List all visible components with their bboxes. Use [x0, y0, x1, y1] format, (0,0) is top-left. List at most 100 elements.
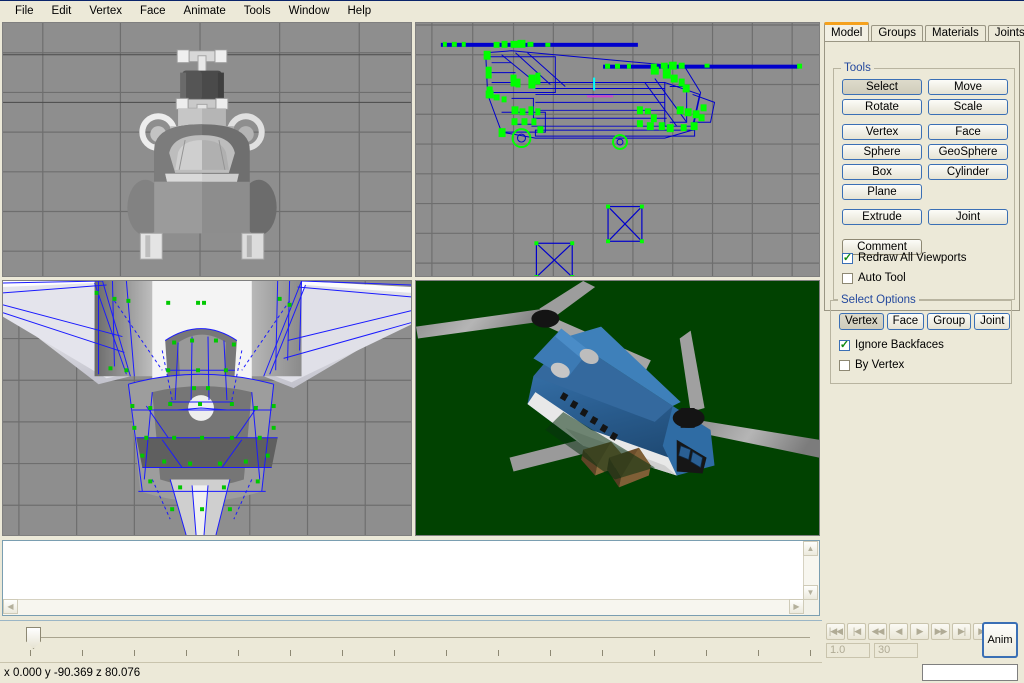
auto-tool-checkbox-row[interactable]: Auto Tool: [842, 272, 906, 284]
menu-item-file[interactable]: File: [6, 2, 43, 20]
tool-select-button[interactable]: Select: [842, 79, 922, 95]
select-option-group-button[interactable]: Group: [927, 313, 972, 330]
step-back-icon[interactable]: ◀: [889, 623, 908, 640]
tool-plane-button[interactable]: Plane: [842, 184, 922, 200]
menu-item-animate[interactable]: Animate: [175, 2, 235, 20]
tab-materials[interactable]: Materials: [925, 25, 986, 42]
tool-joint-button[interactable]: Joint: [928, 209, 1008, 225]
message-log-text[interactable]: [3, 541, 804, 600]
tool-box-button[interactable]: Box: [842, 164, 922, 180]
timeline-ticks: [30, 650, 811, 658]
select-option-vertex-button[interactable]: Vertex: [839, 313, 884, 330]
select-option-button-row: Vertex Face Group Joint: [839, 313, 1011, 330]
message-log-vertical-scrollbar[interactable]: ▲ ▼: [803, 541, 819, 600]
viewport-top-wireframe-shaded[interactable]: [2, 280, 412, 536]
scroll-right-icon[interactable]: ▶: [789, 599, 804, 614]
step-forward-icon[interactable]: ▶: [910, 623, 929, 640]
timeline-tick: [654, 650, 655, 656]
animation-controls: |◀◀ |◀ ◀◀ ◀ ▶ ▶▶ ▶| ▶|| 1.0 30 Anim: [822, 620, 1024, 662]
timeline-tick: [30, 650, 31, 656]
model-editor-window: File Edit Vertex Face Animate Tools Wind…: [0, 0, 1024, 683]
auto-tool-checkbox[interactable]: [842, 272, 853, 284]
timeline-thumb[interactable]: [26, 627, 41, 649]
scroll-left-icon[interactable]: ◀: [3, 599, 18, 614]
tab-joints[interactable]: Joints: [987, 25, 1024, 42]
tool-scale-button[interactable]: Scale: [928, 99, 1008, 115]
checkmark-icon: ✓: [839, 338, 850, 351]
select-option-joint-button[interactable]: Joint: [974, 313, 1011, 330]
menu-item-face[interactable]: Face: [131, 2, 175, 20]
timeline-tick: [238, 650, 239, 656]
tool-extrude-button[interactable]: Extrude: [842, 209, 922, 225]
message-log-panel[interactable]: ▲ ▼ ◀ ▶: [2, 540, 820, 616]
tool-move-button[interactable]: Move: [928, 79, 1008, 95]
skip-forward-icon[interactable]: ▶▶: [931, 623, 950, 640]
ignore-backfaces-label: Ignore Backfaces: [855, 339, 944, 351]
skip-back-icon[interactable]: ◀◀: [868, 623, 887, 640]
ignore-backfaces-checkbox[interactable]: ✓: [839, 338, 850, 351]
previous-keyframe-icon[interactable]: |◀: [847, 623, 866, 640]
checkmark-icon: ✓: [842, 251, 853, 264]
menu-item-vertex[interactable]: Vertex: [80, 2, 131, 20]
timeline-tick: [290, 650, 291, 656]
select-option-face-button[interactable]: Face: [886, 313, 925, 330]
viewport-side-wireframe[interactable]: [415, 22, 820, 277]
tool-cylinder-button[interactable]: Cylinder: [928, 164, 1008, 180]
animation-timeline[interactable]: [0, 620, 822, 663]
menu-bar: File Edit Vertex Face Animate Tools Wind…: [0, 0, 1024, 20]
redraw-all-viewports-checkbox-row[interactable]: ✓ Redraw All Viewports: [842, 252, 966, 264]
timeline-tick: [342, 650, 343, 656]
tools-group-label: Tools: [841, 62, 874, 74]
timeline-tick: [82, 650, 83, 656]
scroll-up-icon[interactable]: ▲: [803, 541, 818, 556]
model-tab-body: Tools Select Move Rotate Scale Vertex Fa…: [824, 41, 1020, 311]
viewport-front-shaded[interactable]: [2, 22, 412, 277]
timeline-tick: [134, 650, 135, 656]
tool-rotate-button[interactable]: Rotate: [842, 99, 922, 115]
rewind-to-start-icon[interactable]: |◀◀: [826, 623, 845, 640]
timeline-track[interactable]: [30, 637, 810, 638]
panel-tab-strip: Model Groups Materials Joints: [824, 22, 1024, 42]
by-vertex-checkbox[interactable]: [839, 359, 850, 371]
timeline-tick: [602, 650, 603, 656]
by-vertex-checkbox-row[interactable]: By Vertex: [839, 359, 904, 371]
viewport-perspective-textured[interactable]: [415, 280, 820, 536]
frame-field-row: 1.0 30: [826, 643, 918, 658]
redraw-all-viewports-label: Redraw All Viewports: [858, 252, 967, 264]
timeline-tick: [550, 650, 551, 656]
command-input[interactable]: [922, 664, 1018, 681]
timeline-tick: [758, 650, 759, 656]
menu-item-edit[interactable]: Edit: [43, 2, 81, 20]
menu-item-window[interactable]: Window: [280, 2, 339, 20]
viewport-grid: [0, 20, 822, 538]
scroll-down-icon[interactable]: ▼: [803, 585, 818, 600]
message-log-horizontal-scrollbar[interactable]: ◀ ▶: [3, 599, 804, 615]
tab-groups[interactable]: Groups: [871, 25, 924, 42]
current-frame-field[interactable]: 1.0: [826, 643, 870, 658]
playback-button-row: |◀◀ |◀ ◀◀ ◀ ▶ ▶▶ ▶| ▶||: [826, 623, 992, 640]
menu-item-help[interactable]: Help: [339, 2, 381, 20]
coordinate-readout: x 0.000 y -90.369 z 80.076: [4, 667, 141, 679]
tool-face-button[interactable]: Face: [928, 124, 1008, 140]
ignore-backfaces-checkbox-row[interactable]: ✓ Ignore Backfaces: [839, 339, 944, 351]
command-bar: [822, 662, 1024, 683]
timeline-tick: [394, 650, 395, 656]
next-keyframe-icon[interactable]: ▶|: [952, 623, 971, 640]
timeline-tick: [706, 650, 707, 656]
tool-geosphere-button[interactable]: GeoSphere: [928, 144, 1008, 160]
timeline-tick: [810, 650, 811, 656]
tab-model[interactable]: Model: [824, 22, 870, 42]
status-bar: x 0.000 y -90.369 z 80.076: [0, 662, 822, 683]
scrollbar-corner: [804, 600, 819, 615]
menu-item-tools[interactable]: Tools: [235, 2, 280, 20]
auto-tool-label: Auto Tool: [858, 272, 906, 284]
redraw-all-viewports-checkbox[interactable]: ✓: [842, 251, 853, 264]
timeline-tick: [446, 650, 447, 656]
tool-sphere-button[interactable]: Sphere: [842, 144, 922, 160]
anim-mode-button[interactable]: Anim: [982, 622, 1018, 658]
timeline-tick: [498, 650, 499, 656]
timeline-tick: [186, 650, 187, 656]
total-frames-field[interactable]: 30: [874, 643, 918, 658]
tool-vertex-button[interactable]: Vertex: [842, 124, 922, 140]
tools-groupbox: Tools Select Move Rotate Scale Vertex Fa…: [833, 62, 1015, 300]
